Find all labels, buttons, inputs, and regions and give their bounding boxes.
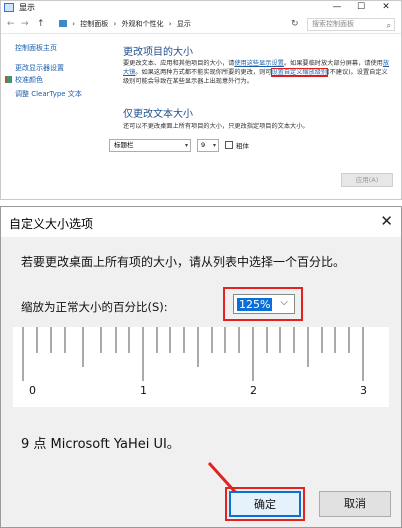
font-size-value: 9 — [201, 141, 206, 149]
ruler-label-2: 2 — [250, 384, 257, 397]
sidebar-item-display-settings[interactable]: 更改显示器设置 — [15, 63, 64, 73]
close-button[interactable]: ✕ — [374, 1, 398, 15]
breadcrumb-item-control-panel[interactable]: 控制面板 — [80, 20, 108, 28]
text-size-description: 还可以不更改桌面上所有项目的大小，只更改指定项目的文本大小。 — [123, 123, 309, 130]
chevron-down-icon: ▾ — [184, 142, 188, 149]
breadcrumb-separator: › — [113, 20, 117, 28]
ruler-ticks — [22, 327, 364, 381]
bold-checkbox[interactable] — [225, 141, 233, 149]
chevron-down-icon: ⌵ — [280, 297, 288, 308]
dialog-title: 自定义大小选项 — [9, 217, 94, 231]
item-select-value: 标题栏 — [114, 141, 134, 149]
scale-label: 缩放为正常大小的百分比(S): — [21, 300, 168, 314]
display-icon — [4, 3, 14, 12]
scale-percentage-select[interactable]: 125% ⌵ — [233, 294, 295, 314]
main-content: 更改项目的大小 要更改文本、应用和其他项目的大小，请使用这些显示设置。如果要临时… — [109, 35, 399, 195]
paragraph-text: 。如果要临时放大部分屏幕，请使用 — [283, 60, 383, 67]
back-arrow-icon[interactable]: ← — [7, 19, 15, 29]
paragraph-text: 。如果这两种方式都不能实现你所要的更改，则可 — [135, 69, 272, 76]
address-bar: ← → ↑ › 控制面板 › 外观和个性化 › 显示 ↻ 搜索控制面板 ⌕ — [1, 16, 401, 34]
breadcrumb-separator: › — [168, 20, 172, 28]
control-panel-icon — [59, 20, 67, 27]
paragraph-text: 要更改文本、应用和其他项目的大小，请 — [123, 60, 235, 67]
search-input[interactable]: 搜索控制面板 ⌕ — [307, 18, 395, 31]
refresh-icon[interactable]: ↻ — [291, 19, 299, 29]
breadcrumb-item-appearance[interactable]: 外观和个性化 — [122, 20, 164, 28]
sample-text: 9 点 Microsoft YaHei UI。 — [21, 437, 180, 452]
cancel-button[interactable]: 取消 — [319, 491, 391, 517]
ruler-label-3: 3 — [360, 384, 367, 397]
heading-change-size: 更改项目的大小 — [123, 47, 193, 58]
dialog-close-button[interactable]: ✕ — [380, 212, 393, 230]
custom-size-dialog: 自定义大小选项 ✕ 若要更改桌面上所有项的大小，请从列表中选择一个百分比。 缩放… — [0, 206, 402, 528]
sidebar-item-cleartype[interactable]: 调整 ClearType 文本 — [15, 89, 82, 99]
scale-percentage-value: 125% — [237, 298, 273, 311]
bold-label: 粗体 — [236, 142, 249, 150]
search-icon: ⌕ — [386, 21, 391, 30]
description-paragraph: 要更改文本、应用和其他项目的大小，请使用这些显示设置。如果要临时放大部分屏幕，请… — [123, 59, 393, 86]
item-select[interactable]: 标题栏 ▾ — [109, 139, 191, 152]
maximize-button[interactable]: ☐ — [349, 1, 373, 15]
color-calibration-icon — [5, 76, 12, 83]
instruction-text: 若要更改桌面上所有项的大小，请从列表中选择一个百分比。 — [21, 255, 346, 269]
title-bar: 显示 — ☐ ✕ — [1, 1, 401, 15]
chevron-down-icon: ▾ — [212, 142, 216, 149]
sidebar-item-label: 校准颜色 — [15, 76, 43, 84]
forward-arrow-icon[interactable]: → — [21, 19, 29, 29]
ruler-label-0: 0 — [29, 384, 36, 397]
dialog-title-bar: 自定义大小选项 ✕ — [1, 207, 401, 237]
breadcrumb: › 控制面板 › 外观和个性化 › 显示 — [59, 18, 289, 31]
ruler-label-1: 1 — [140, 384, 147, 397]
display-settings-link[interactable]: 使用这些显示设置 — [234, 60, 284, 67]
display-settings-window: 显示 — ☐ ✕ ← → ↑ › 控制面板 › 外观和个性化 › 显示 ↻ 搜索… — [0, 0, 402, 200]
apply-button[interactable]: 应用(A) — [341, 173, 393, 187]
ok-button[interactable]: 确定 — [229, 491, 301, 517]
sidebar-item-calibrate[interactable]: 校准颜色 — [5, 75, 43, 85]
breadcrumb-separator: › — [72, 20, 76, 28]
search-placeholder: 搜索控制面板 — [312, 20, 354, 28]
breadcrumb-item-display[interactable]: 显示 — [177, 20, 191, 28]
ruler[interactable]: 0 1 2 3 — [13, 327, 389, 407]
sidebar: 控制面板主页 更改显示器设置 校准颜色 调整 ClearType 文本 — [1, 35, 111, 195]
font-size-select[interactable]: 9 ▾ — [197, 139, 219, 152]
minimize-button[interactable]: — — [325, 1, 349, 15]
up-arrow-icon[interactable]: ↑ — [37, 19, 45, 29]
heading-text-size: 仅更改文本大小 — [123, 109, 193, 120]
dialog-body: 若要更改桌面上所有项的大小，请从列表中选择一个百分比。 缩放为正常大小的百分比(… — [1, 237, 401, 527]
window-title: 显示 — [19, 3, 35, 12]
custom-scaling-link[interactable]: 设置自定义缩放级别 — [270, 68, 329, 77]
sidebar-item-home[interactable]: 控制面板主页 — [15, 43, 57, 53]
